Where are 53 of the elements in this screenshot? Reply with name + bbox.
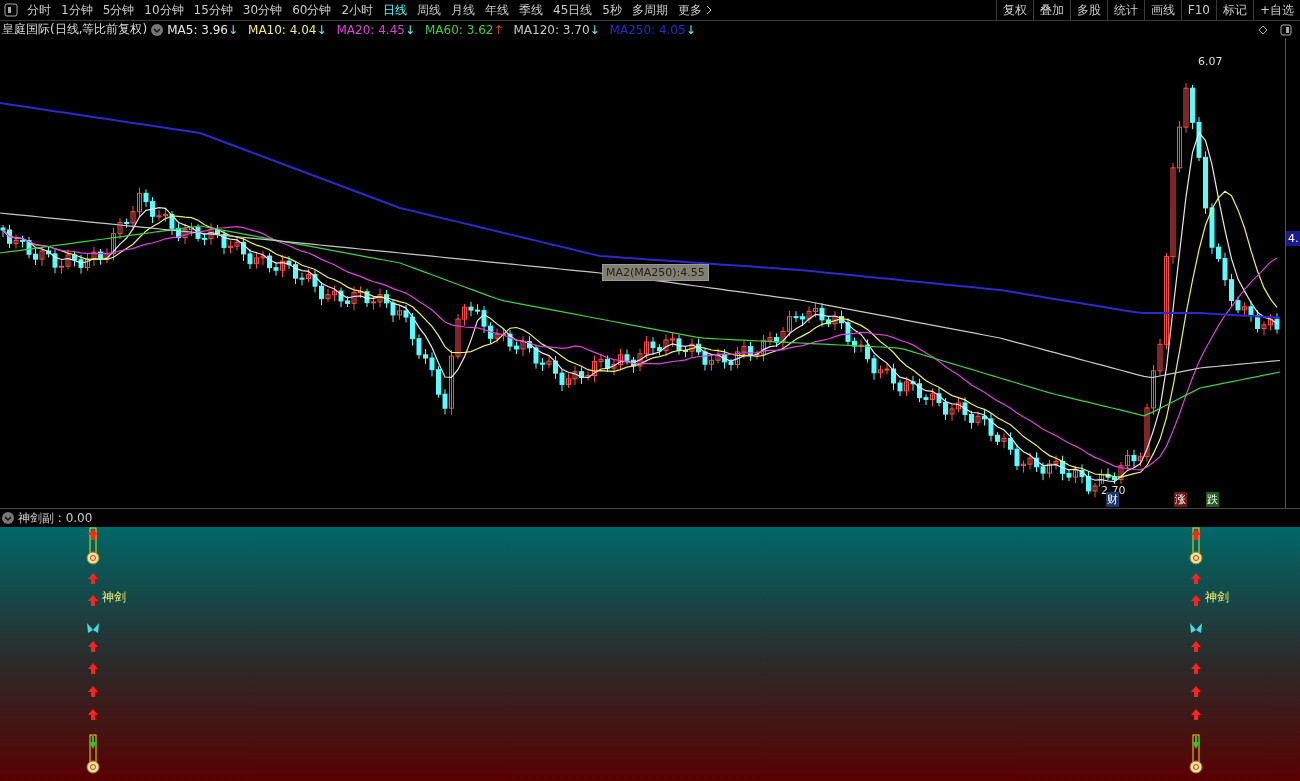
trend-arrow: ↓ <box>685 22 696 37</box>
period-tab[interactable]: 季线 <box>514 0 549 20</box>
toolbar-button[interactable]: 复权 <box>995 0 1033 20</box>
event-marker[interactable]: 跌 <box>1206 492 1219 507</box>
toolbar-button[interactable]: F10 <box>1180 0 1216 20</box>
high-price-label: 6.07 <box>1198 55 1223 68</box>
signal-label: 神剑 <box>102 589 126 606</box>
indicator-value: MA20: 4.45 <box>336 22 405 37</box>
indicator-value: MA120: 3.70 <box>513 22 590 37</box>
period-tab[interactable]: 多周期 <box>626 0 673 20</box>
toolbar-button[interactable]: 画线 <box>1143 0 1181 20</box>
toolbar-button[interactable]: 叠加 <box>1032 0 1070 20</box>
toolbar-button[interactable]: +自选 <box>1252 0 1300 20</box>
event-marker[interactable]: 财 <box>1106 492 1119 507</box>
trend-arrow: ↓ <box>316 22 327 37</box>
period-tab[interactable]: 1分钟 <box>56 0 98 20</box>
trend-arrow: ↓ <box>589 22 600 37</box>
indicator-value: MA250: 4.05 <box>609 22 686 37</box>
panel-toggle-icon[interactable] <box>1280 23 1292 36</box>
period-tab[interactable]: 分时 <box>22 0 56 20</box>
diamond-icon[interactable] <box>1258 24 1268 35</box>
period-tab[interactable]: 年线 <box>480 0 515 20</box>
period-tab[interactable]: 30分钟 <box>237 0 288 20</box>
signal-label: 神剑 <box>1205 589 1229 606</box>
chevron-circle-icon[interactable] <box>2 512 14 524</box>
toolbar-button[interactable]: 标记 <box>1215 0 1253 20</box>
period-tab[interactable]: 周线 <box>412 0 447 20</box>
stock-title: 皇庭国际(日线,等比前复权) <box>2 21 148 38</box>
indicator-value: MA5: 3.96 <box>167 22 228 37</box>
period-tab[interactable]: 日线 <box>378 0 413 20</box>
chevron-circle-icon[interactable] <box>151 23 164 36</box>
ma-tooltip: MA2(MA250):4.55 <box>602 264 709 281</box>
caret-icon <box>704 5 713 15</box>
period-tab[interactable]: 月线 <box>446 0 481 20</box>
trend-arrow: ↑ <box>493 22 504 37</box>
period-tab[interactable]: 5分钟 <box>97 0 140 20</box>
indicator-title: 神剑副 : 0.00 <box>18 509 93 527</box>
price-axis-label: 4. <box>1286 231 1300 246</box>
trend-arrow: ↓ <box>227 22 239 37</box>
period-tab[interactable]: 45日线 <box>548 0 598 20</box>
indicator-value: MA10: 4.04 <box>248 22 317 37</box>
period-tab[interactable]: 10分钟 <box>139 0 189 20</box>
period-tab[interactable]: 60分钟 <box>287 0 337 20</box>
period-tab[interactable]: 15分钟 <box>188 0 238 20</box>
panel-toggle-icon[interactable] <box>4 3 18 17</box>
trend-arrow: ↓ <box>404 22 415 37</box>
toolbar-button[interactable]: 统计 <box>1106 0 1144 20</box>
toolbar-button[interactable]: 多股 <box>1069 0 1107 20</box>
indicator-value: MA60: 3.62 <box>425 22 494 37</box>
event-marker[interactable]: 涨 <box>1174 492 1187 507</box>
period-tab[interactable]: 5秒 <box>597 0 627 20</box>
period-tab[interactable]: 更多 <box>672 0 718 20</box>
period-tab[interactable]: 2小时 <box>336 0 379 20</box>
